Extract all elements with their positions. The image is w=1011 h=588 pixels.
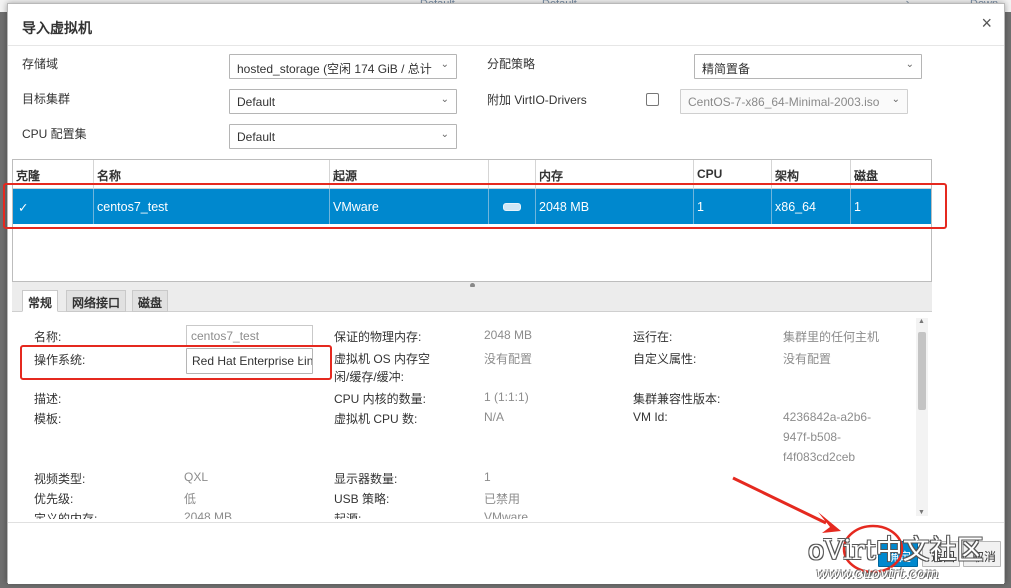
annotation-arrow xyxy=(732,476,827,525)
annotation-overlay xyxy=(732,476,904,574)
watermark-logo: oVirt中文社区 xyxy=(808,535,984,566)
watermark-url: www.cuovirt.com xyxy=(816,566,939,582)
